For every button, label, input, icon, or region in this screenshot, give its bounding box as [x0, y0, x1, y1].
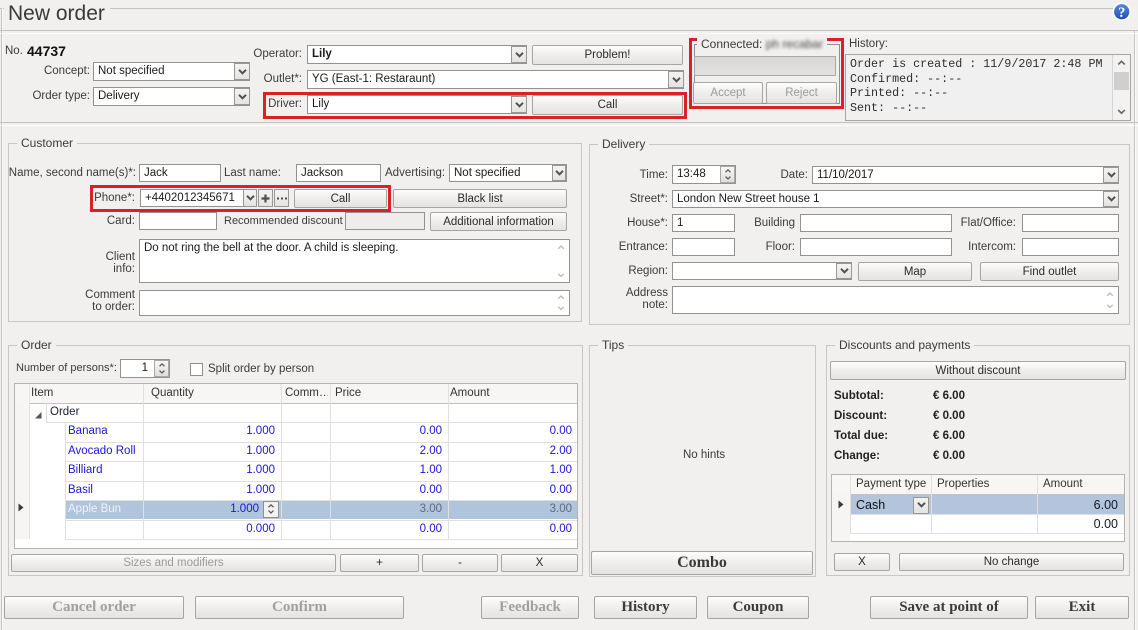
svg-text:?: ? [1118, 5, 1125, 21]
